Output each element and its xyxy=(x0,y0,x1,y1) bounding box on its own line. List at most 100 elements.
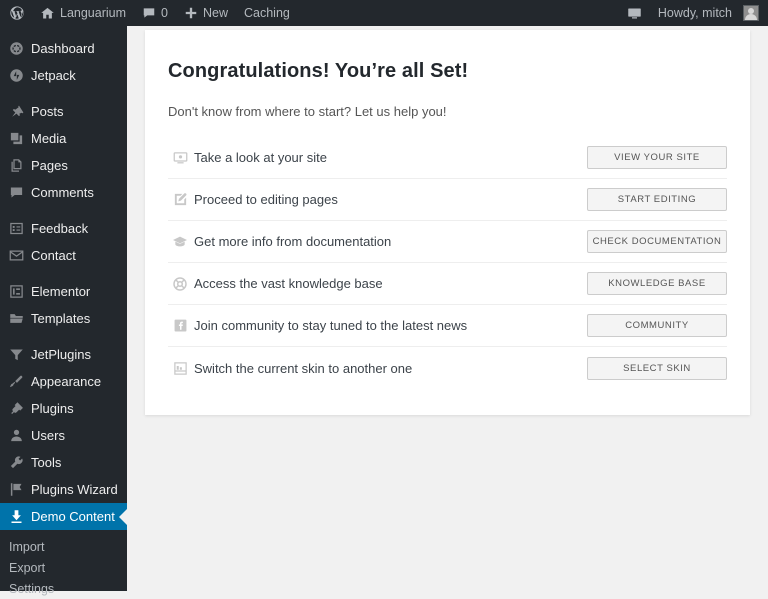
community-button[interactable]: COMMUNITY xyxy=(587,314,727,337)
actions-list: Take a look at your site VIEW YOUR SITE … xyxy=(168,137,727,389)
sidebar-item-elementor[interactable]: Elementor xyxy=(0,278,127,305)
sidebar-item-label: Elementor xyxy=(31,284,91,299)
sidebar-item-label: Users xyxy=(31,428,65,443)
menu-group-separator xyxy=(0,89,127,98)
funnel-icon xyxy=(9,347,29,362)
jetpack-icon xyxy=(9,68,29,83)
sidebar-item-templates[interactable]: Templates xyxy=(0,305,127,332)
list-item: Proceed to editing pages START EDITING xyxy=(168,179,727,221)
list-item: Access the vast knowledge base KNOWLEDGE… xyxy=(168,263,727,305)
wrench-icon xyxy=(9,455,29,470)
sidebar-item-pages[interactable]: Pages xyxy=(0,152,127,179)
list-item-label: Join community to stay tuned to the late… xyxy=(194,318,468,333)
submenu-item-label: Import xyxy=(9,539,45,554)
sidebar-item-users[interactable]: Users xyxy=(0,422,127,449)
submenu-item-label: Export xyxy=(9,560,46,575)
admin-bar: Languarium 0 New Caching Howdy, mitch xyxy=(0,0,768,26)
sidebar-item-contact[interactable]: Contact xyxy=(0,242,127,269)
sidebar-item-feedback[interactable]: Feedback xyxy=(0,215,127,242)
menu-group-separator xyxy=(0,332,127,341)
start-editing-button[interactable]: START EDITING xyxy=(587,188,727,211)
welcome-panel: Congratulations! You’re all Set! Don't k… xyxy=(145,30,750,415)
sidebar-item-label: Tools xyxy=(31,455,62,470)
sidebar-item-label: Plugins xyxy=(31,401,74,416)
sidebar-group-main: Dashboard Jetpack xyxy=(0,35,127,89)
facebook-icon xyxy=(168,318,192,333)
sidebar-item-label: Contact xyxy=(31,248,76,263)
pages-icon xyxy=(9,158,29,173)
list-item: Get more info from documentation CHECK D… xyxy=(168,221,727,263)
page-title: Congratulations! You’re all Set! xyxy=(168,60,469,82)
media-icon xyxy=(9,131,29,146)
sidebar-item-label: Posts xyxy=(31,104,64,119)
envelope-icon xyxy=(9,248,29,263)
submenu-item-export[interactable]: Export xyxy=(9,557,127,578)
home-icon xyxy=(40,6,55,21)
comments-count: 0 xyxy=(161,6,168,20)
avatar xyxy=(743,5,759,21)
sidebar-item-dashboard[interactable]: Dashboard xyxy=(0,35,127,62)
sidebar-item-jetplugins[interactable]: JetPlugins xyxy=(0,341,127,368)
folder-icon xyxy=(9,311,29,326)
comment-bubble-icon xyxy=(142,6,156,20)
layout-skin-icon xyxy=(168,361,192,376)
sidebar-item-media[interactable]: Media xyxy=(0,125,127,152)
sidebar-group-feedback: Feedback Contact xyxy=(0,215,127,269)
select-skin-button[interactable]: SELECT SKIN xyxy=(587,356,727,380)
new-content-menu[interactable]: New xyxy=(176,0,236,26)
list-item-label: Switch the current skin to another one xyxy=(194,360,413,376)
comments-menu[interactable]: 0 xyxy=(134,0,176,26)
sidebar-item-label: Demo Content xyxy=(31,509,115,524)
plugin-icon xyxy=(9,401,29,416)
lifebuoy-icon xyxy=(168,276,192,292)
sidebar-item-label: Pages xyxy=(31,158,68,173)
list-item: Switch the current skin to another one S… xyxy=(168,347,727,389)
sidebar-group-content: Posts Media Pages Comments xyxy=(0,98,127,206)
sidebar-item-appearance[interactable]: Appearance xyxy=(0,368,127,395)
submenu-item-import[interactable]: Import xyxy=(9,536,127,557)
page-subtitle: Don't know from where to start? Let us h… xyxy=(168,104,447,119)
user-icon xyxy=(9,428,29,443)
menu-top-gap xyxy=(0,26,127,35)
pin-icon xyxy=(9,104,29,119)
edit-pencil-icon xyxy=(168,192,192,207)
new-label: New xyxy=(202,6,228,20)
menu-group-separator xyxy=(0,269,127,278)
knowledge-base-button[interactable]: KNOWLEDGE BASE xyxy=(587,272,727,295)
sidebar-item-label: Appearance xyxy=(31,374,102,389)
sidebar-item-posts[interactable]: Posts xyxy=(0,98,127,125)
comment-bubble-icon xyxy=(9,185,29,200)
sidebar-item-plugins-wizard[interactable]: Plugins Wizard xyxy=(0,476,127,503)
paintbrush-icon xyxy=(9,374,29,389)
caching-menu[interactable]: Caching xyxy=(236,0,298,26)
check-documentation-button[interactable]: CHECK DOCUMENTATION xyxy=(587,230,727,253)
wordpress-logo-icon xyxy=(9,5,25,21)
list-item-label: Proceed to editing pages xyxy=(194,192,338,207)
sidebar-item-demo-content[interactable]: Demo Content xyxy=(0,503,127,530)
elementor-icon xyxy=(9,284,29,299)
sidebar-item-tools[interactable]: Tools xyxy=(0,449,127,476)
screen-options-icon xyxy=(627,6,642,21)
list-item: Join community to stay tuned to the late… xyxy=(168,305,727,347)
sidebar-item-comments[interactable]: Comments xyxy=(0,179,127,206)
plus-icon xyxy=(184,6,198,20)
list-item: Take a look at your site VIEW YOUR SITE xyxy=(168,137,727,179)
sidebar-item-label: Comments xyxy=(31,185,94,200)
screen-options-menu[interactable] xyxy=(619,0,650,26)
sidebar-item-plugins[interactable]: Plugins xyxy=(0,395,127,422)
wp-logo-menu[interactable] xyxy=(0,0,32,26)
view-your-site-button[interactable]: VIEW YOUR SITE xyxy=(587,146,727,169)
flag-icon xyxy=(9,482,29,497)
sidebar-item-label: JetPlugins xyxy=(31,347,91,362)
dashboard-icon xyxy=(9,41,29,56)
feedback-icon xyxy=(9,221,29,236)
submenu-item-settings[interactable]: Settings xyxy=(9,578,127,599)
main-content: Congratulations! You’re all Set! Don't k… xyxy=(127,26,768,591)
sidebar-item-jetpack[interactable]: Jetpack xyxy=(0,62,127,89)
sidebar-item-label: Media xyxy=(31,131,67,146)
site-name-menu[interactable]: Languarium xyxy=(32,0,134,26)
sidebar-item-label: Jetpack xyxy=(31,68,76,83)
my-account-menu[interactable]: Howdy, mitch xyxy=(650,0,768,26)
sidebar-item-label: Templates xyxy=(31,311,91,326)
monitor-icon xyxy=(168,150,192,165)
